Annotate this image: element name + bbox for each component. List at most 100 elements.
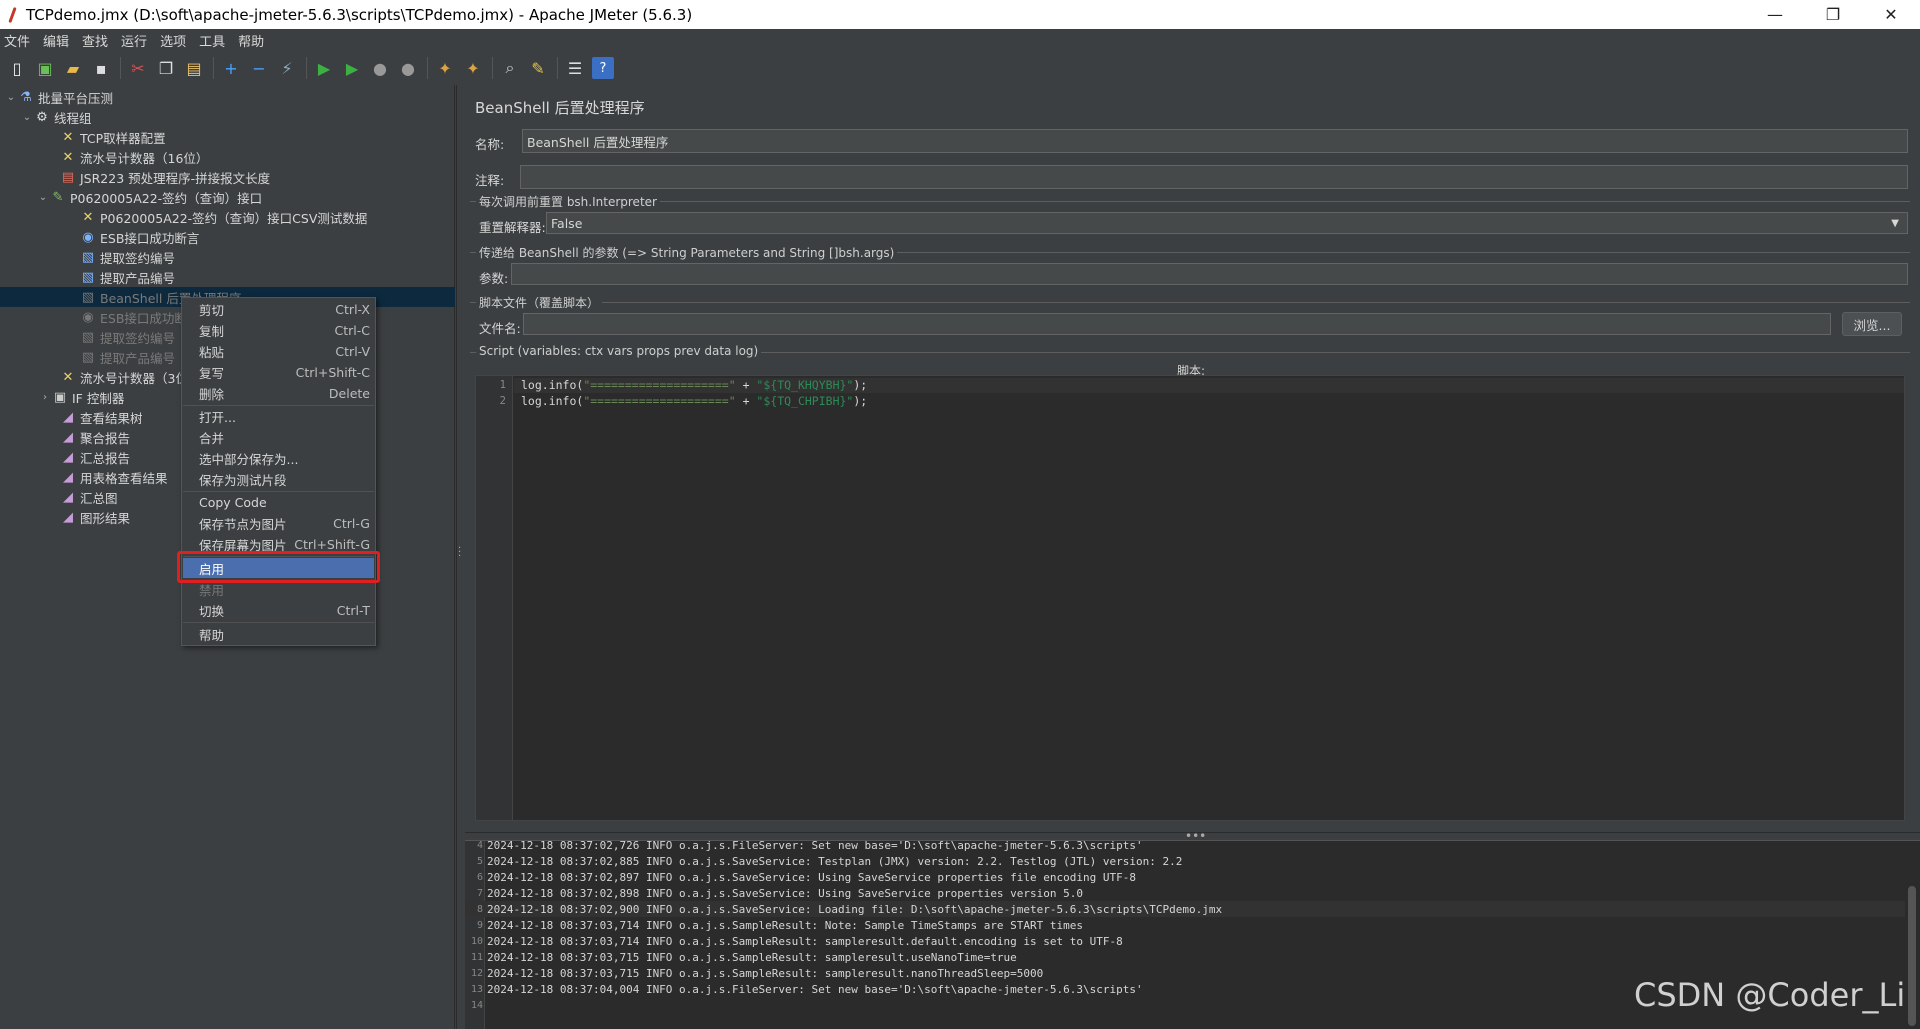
- watermark: CSDN @Coder_Li: [1634, 976, 1906, 1014]
- open-icon[interactable]: ▰: [62, 57, 84, 79]
- collapse-icon[interactable]: −: [248, 57, 270, 79]
- panel-title: BeanShell 后置处理程序: [475, 99, 645, 117]
- tree-node-counter3[interactable]: ✕ 流水号计数器（3位: [46, 367, 188, 387]
- menu-item-toggle[interactable]: 切换 Ctrl-T: [183, 600, 374, 620]
- split-pane-divider[interactable]: · · ·: [456, 85, 464, 1029]
- tree-node-config[interactable]: ✕ TCP取样器配置: [46, 127, 166, 147]
- comment-field[interactable]: [520, 165, 1908, 189]
- tree-node-extract2-disabled[interactable]: ▧ 提取产品编号: [66, 347, 175, 367]
- menu-item-save-selection[interactable]: 选中部分保存为...: [183, 448, 374, 468]
- new-icon[interactable]: ▯: [6, 57, 28, 79]
- tree-node-aggregate[interactable]: ◢ 聚合报告: [46, 427, 130, 447]
- chevron-right-icon[interactable]: ›: [38, 392, 52, 403]
- log-line: 6 2024-12-18 08:37:02,897 INFO o.a.j.s.Sa…: [476, 870, 1137, 884]
- help-icon[interactable]: ?: [592, 57, 614, 79]
- tree-node-results-tree[interactable]: ◢ 查看结果树: [46, 407, 143, 427]
- params-label: 参数:: [479, 271, 509, 286]
- tree-node-table[interactable]: ◢ 用表格查看结果: [46, 467, 168, 487]
- shutdown-icon[interactable]: ●: [397, 57, 419, 79]
- chevron-down-icon[interactable]: ⌄: [20, 112, 34, 123]
- menu-item-copy[interactable]: 复制 Ctrl-C: [183, 320, 374, 340]
- line-number: 2: [499, 395, 506, 407]
- tools-icon: ✕: [82, 209, 94, 225]
- flask-icon: ⚗: [20, 89, 32, 105]
- tree-node-label: ESB接口成功断: [100, 310, 187, 326]
- log-line: 11 2024-12-18 08:37:03,715 INFO o.a.j.s.S…: [470, 950, 1017, 964]
- menu-edit[interactable]: 编辑: [43, 31, 69, 50]
- start-no-pause-icon[interactable]: ▶: [341, 57, 363, 79]
- chevron-down-icon[interactable]: ⌄: [36, 192, 50, 203]
- tree-node-counter[interactable]: ✕ 流水号计数器（16位）: [46, 147, 209, 167]
- templates-icon[interactable]: ▣: [34, 57, 56, 79]
- menu-tools[interactable]: 工具: [199, 31, 225, 50]
- minimize-button[interactable]: —: [1746, 0, 1804, 29]
- menu-item-copy-code[interactable]: Copy Code: [183, 492, 374, 512]
- menu-item-cut[interactable]: 剪切 Ctrl-X: [183, 299, 374, 319]
- tree-node-extract2[interactable]: ▧ 提取产品编号: [66, 267, 175, 287]
- tree-node-thread-group[interactable]: ⌄ ⚙ 线程组: [20, 107, 92, 127]
- comment-label: 注释:: [475, 173, 505, 188]
- chevron-down-icon[interactable]: ⌄: [4, 92, 18, 103]
- menu-item-help[interactable]: 帮助: [183, 624, 374, 644]
- file-field[interactable]: [523, 313, 1831, 335]
- tree-node-assertion-disabled[interactable]: ◉ ESB接口成功断: [66, 307, 187, 327]
- menu-item-save-node-image[interactable]: 保存节点为图片 Ctrl-G: [183, 513, 374, 533]
- tree-node-label: 用表格查看结果: [80, 470, 168, 486]
- toggle-icon[interactable]: ⚡: [276, 57, 298, 79]
- save-icon[interactable]: ▪: [90, 57, 112, 79]
- menu-search[interactable]: 查找: [82, 31, 108, 50]
- clear-icon[interactable]: ✦: [434, 57, 456, 79]
- menu-item-save-fragment[interactable]: 保存为测试片段: [183, 469, 374, 489]
- menu-item-duplicate[interactable]: 复写 Ctrl+Shift-C: [183, 362, 374, 382]
- cut-icon[interactable]: ✂: [127, 57, 149, 79]
- browse-button[interactable]: 浏览...: [1842, 312, 1902, 336]
- close-button[interactable]: ✕: [1862, 0, 1920, 29]
- tree-node-jsr223[interactable]: ▤ JSR223 预处理程序-拼接报文长度: [46, 167, 270, 187]
- name-field[interactable]: BeanShell 后置处理程序: [522, 129, 1908, 153]
- paste-icon[interactable]: ▤: [183, 57, 205, 79]
- name-label: 名称:: [475, 137, 505, 152]
- tree-node-if[interactable]: › ▣ IF 控制器: [38, 387, 124, 407]
- restore-button[interactable]: ❐: [1804, 0, 1862, 29]
- tools-icon: ✕: [62, 369, 74, 385]
- tree-node-sampler[interactable]: ⌄ ✎ P0620005A22-签约（查询）接口: [36, 187, 262, 207]
- tree-node-summary-graph[interactable]: ◢ 汇总图: [46, 487, 118, 507]
- tree-node-csv[interactable]: ✕ P0620005A22-签约（查询）接口CSV测试数据: [66, 207, 368, 227]
- menu-item-merge[interactable]: 合并: [183, 427, 374, 447]
- doc-icon: ▧: [81, 349, 95, 365]
- tree-node-assertion[interactable]: ◉ ESB接口成功断言: [66, 227, 199, 247]
- menu-item-open[interactable]: 打开...: [183, 406, 374, 426]
- reset-select[interactable]: False ▼: [546, 212, 1908, 234]
- log-line: 9 2024-12-18 08:37:03,714 INFO o.a.j.s.Sa…: [476, 918, 1084, 932]
- function-helper-icon[interactable]: ☰: [564, 57, 586, 79]
- tree-node-extract1-disabled[interactable]: ▧ 提取签约编号: [66, 327, 175, 347]
- tree-node-label: ESB接口成功断言: [100, 230, 200, 246]
- menu-item-paste[interactable]: 粘贴 Ctrl-V: [183, 341, 374, 361]
- log-scrollbar[interactable]: [1908, 886, 1916, 1026]
- tree-node-summary[interactable]: ◢ 汇总报告: [46, 447, 130, 467]
- script-icon: ▤: [61, 169, 75, 185]
- toolbar-separator: [120, 57, 121, 79]
- menu-help[interactable]: 帮助: [238, 31, 264, 50]
- tree-node-label: 图形结果: [80, 510, 131, 526]
- copy-icon[interactable]: ❐: [155, 57, 177, 79]
- params-field[interactable]: [511, 263, 1908, 285]
- menu-options[interactable]: 选项: [160, 31, 186, 50]
- clear-all-icon[interactable]: ✦: [462, 57, 484, 79]
- menu-run[interactable]: 运行: [121, 31, 147, 50]
- tree-node-extract1[interactable]: ▧ 提取签约编号: [66, 247, 175, 267]
- stop-icon[interactable]: ●: [369, 57, 391, 79]
- tree-node-graph-results[interactable]: ◢ 图形结果: [46, 507, 130, 527]
- reset-search-icon[interactable]: ✎: [527, 57, 549, 79]
- tree-node-test-plan[interactable]: ⌄ ⚗ 批量平台压测: [4, 87, 113, 107]
- menu-bar: 文件 编辑 查找 运行 选项 工具 帮助: [0, 29, 1920, 51]
- title-bar: TCPdemo.jmx (D:\soft\apache-jmeter-5.6.3…: [0, 0, 1920, 29]
- start-icon[interactable]: ▶: [313, 57, 335, 79]
- script-group-title: Script (variables: ctx vars props prev d…: [476, 344, 762, 358]
- menu-file[interactable]: 文件: [4, 31, 30, 50]
- search-icon[interactable]: ⌕: [499, 57, 521, 79]
- graph-icon: ◢: [63, 409, 73, 425]
- expand-icon[interactable]: +: [220, 57, 242, 79]
- menu-item-delete[interactable]: 删除 Delete: [183, 383, 374, 403]
- script-editor[interactable]: 1 log.info("====================" + "${T…: [475, 375, 1905, 821]
